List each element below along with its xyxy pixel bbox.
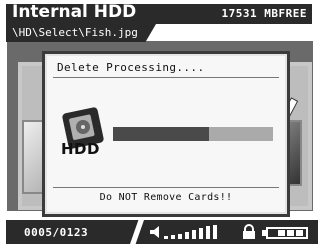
battery-segment — [287, 230, 294, 236]
page-title: Internal HDD — [12, 2, 137, 22]
file-counter: 0005/0123 — [24, 226, 89, 239]
dialog-divider-bottom — [53, 187, 279, 188]
lock-icon — [243, 224, 255, 239]
free-space: 17531 MBFREE — [221, 7, 307, 20]
battery-segment — [296, 230, 303, 236]
delete-dialog: Delete Processing.... HDD Do NOT Remove … — [42, 51, 290, 217]
progress-bar — [113, 127, 273, 141]
hdd-label: HDD — [61, 140, 100, 158]
volume-icon[interactable] — [148, 224, 226, 240]
file-path: \HD\Select\Fish.jpg — [12, 26, 138, 39]
warning-text: Do NOT Remove Cards!! — [99, 192, 233, 203]
dialog-divider — [53, 77, 279, 78]
dialog-title: Delete Processing.... — [57, 61, 205, 74]
battery-icon — [266, 227, 308, 239]
progress-fill — [113, 127, 209, 141]
battery-segment — [278, 230, 285, 236]
screen: Internal HDD 17531 MBFREE \HD\Select\Fis… — [0, 0, 323, 248]
